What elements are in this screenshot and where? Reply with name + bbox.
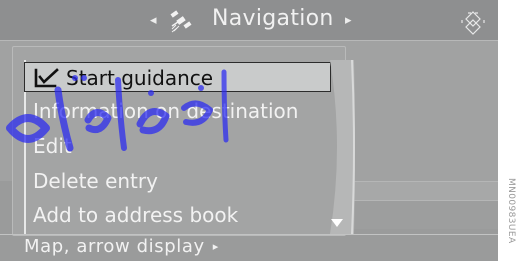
menu-header: ◂ Navigation ▸ — [0, 0, 498, 41]
previous-menu-arrow[interactable]: ◂ — [150, 14, 157, 27]
satellite-icon — [170, 10, 192, 33]
screen-title: Navigation — [212, 6, 334, 31]
menu-item-add-to-address-book[interactable]: Add to address book — [33, 200, 238, 230]
watermark-logo — [6, 69, 229, 152]
footer-label: Map, arrow display — [24, 236, 205, 257]
scroll-down-icon[interactable] — [330, 218, 344, 228]
map-arrow-display-option[interactable]: Map, arrow display ▸ — [24, 234, 219, 260]
menu-item-label: Add to address book — [33, 203, 239, 227]
background-band — [340, 181, 498, 201]
background-band — [340, 201, 498, 229]
controller-icon — [461, 11, 485, 35]
chevron-right-icon: ▸ — [212, 240, 219, 253]
figure-code: MN00983UEA — [506, 178, 516, 244]
menu-scrollbar[interactable] — [328, 60, 356, 234]
next-menu-arrow[interactable]: ▸ — [345, 14, 352, 27]
